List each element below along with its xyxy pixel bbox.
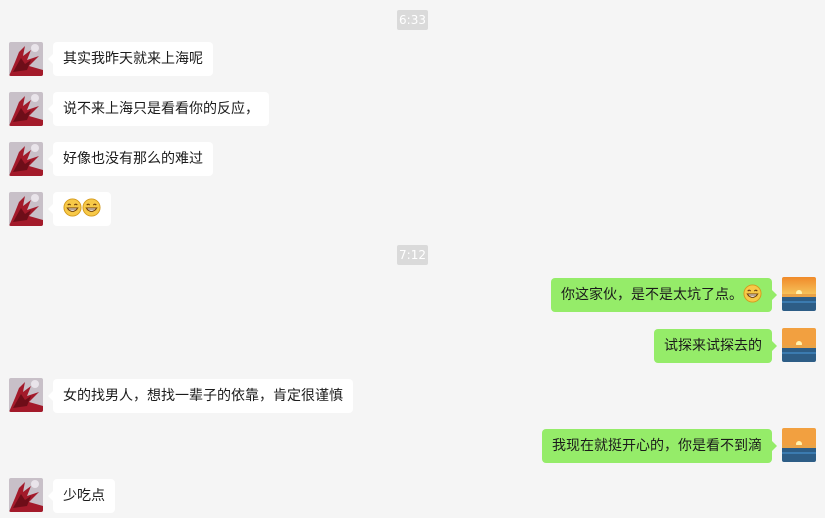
contact-avatar[interactable] xyxy=(9,42,43,76)
timestamp: 7:12 xyxy=(397,245,428,265)
contact-avatar[interactable] xyxy=(9,92,43,126)
incoming-message[interactable]: 好像也没有那么的难过 xyxy=(48,142,213,176)
contact-avatar[interactable] xyxy=(9,192,43,226)
incoming-message[interactable]: 其实我昨天就来上海呢 xyxy=(48,42,213,76)
contact-avatar[interactable] xyxy=(9,142,43,176)
message-text: 好像也没有那么的难过 xyxy=(63,151,203,167)
self-avatar[interactable] xyxy=(782,428,816,462)
message-text: 女的找男人，想找一辈子的依靠，肯定很谨慎 xyxy=(63,388,343,404)
contact-avatar[interactable] xyxy=(9,478,43,512)
grin-emoji-icon xyxy=(82,198,101,217)
outgoing-message[interactable]: 我现在就挺开心的，你是看不到滴 xyxy=(542,429,777,463)
message-text: 试探来试探去的 xyxy=(664,338,762,354)
chat-window[interactable]: 6:33 其实我昨天就来上海呢 说不来上海只是看看你的反应， 好像也没有那么的难… xyxy=(0,0,825,518)
self-avatar[interactable] xyxy=(782,328,816,362)
message-text: 我现在就挺开心的，你是看不到滴 xyxy=(552,438,762,454)
grin-emoji-icon xyxy=(743,284,762,303)
outgoing-message[interactable]: 你这家伙，是不是太坑了点。 xyxy=(551,278,777,312)
incoming-message[interactable]: 少吃点 xyxy=(48,479,115,513)
incoming-message[interactable]: 说不来上海只是看看你的反应， xyxy=(48,92,269,126)
contact-avatar[interactable] xyxy=(9,378,43,412)
incoming-message[interactable]: 女的找男人，想找一辈子的依靠，肯定很谨慎 xyxy=(48,379,353,413)
outgoing-message[interactable]: 试探来试探去的 xyxy=(654,329,777,363)
message-text: 你这家伙，是不是太坑了点。 xyxy=(561,287,743,303)
message-text: 其实我昨天就来上海呢 xyxy=(63,51,203,67)
message-text: 少吃点 xyxy=(63,488,105,504)
self-avatar[interactable] xyxy=(782,277,816,311)
timestamp: 6:33 xyxy=(397,10,428,30)
incoming-message[interactable] xyxy=(48,192,111,226)
grin-emoji-icon xyxy=(63,198,82,217)
message-text: 说不来上海只是看看你的反应， xyxy=(63,101,259,117)
